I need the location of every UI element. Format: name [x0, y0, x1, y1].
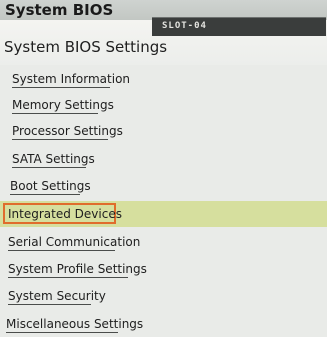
menu-item-memory-settings[interactable]: Memory Settings [0, 92, 327, 118]
menu-item-processor-settings[interactable]: Processor Settings [0, 118, 327, 144]
menu-item-sata-settings[interactable]: SATA Settings [0, 146, 327, 172]
menu-item-label: System Information [12, 72, 131, 86]
page-title: System BIOS Settings [4, 38, 168, 56]
menu-item-system-security[interactable]: System Security [0, 283, 327, 309]
menu-item-miscellaneous-settings[interactable]: Miscellaneous Settings [0, 311, 327, 337]
menu-item-underline [12, 113, 98, 114]
menu-item-system-profile-settings[interactable]: System Profile Settings [0, 256, 327, 282]
slot-tag: SLOT-04 [152, 17, 326, 36]
menu-item-underline [8, 304, 91, 305]
menu-item-serial-communication[interactable]: Serial Communication [0, 229, 327, 255]
menu-item-label: Processor Settings [12, 124, 123, 138]
menu-item-label: System Profile Settings [8, 262, 147, 276]
menu-item-label: System Security [8, 289, 106, 303]
menu-item-label: Memory Settings [12, 98, 114, 112]
slot-tag-label: SLOT-04 [162, 21, 207, 31]
menu-item-label: Boot Settings [10, 179, 91, 193]
menu-item-label: Integrated Devices [8, 207, 122, 221]
menu-item-underline [12, 139, 108, 140]
menu-item-underline [10, 194, 80, 195]
app-title: System BIOS [5, 1, 114, 19]
menu-item-label: Miscellaneous Settings [6, 317, 144, 331]
menu-item-underline [6, 332, 118, 333]
menu-item-underline [8, 250, 115, 251]
menu-item-underline [8, 277, 128, 278]
menu-item-label: SATA Settings [12, 152, 95, 166]
menu-item-system-information[interactable]: System Information [0, 66, 327, 92]
menu-item-label: Serial Communication [8, 235, 141, 249]
menu-item-boot-settings[interactable]: Boot Settings [0, 173, 327, 199]
settings-menu: System Information Memory Settings Proce… [0, 66, 327, 337]
menu-item-underline [12, 167, 86, 168]
menu-item-underline [12, 87, 110, 88]
menu-item-integrated-devices[interactable]: Integrated Devices [0, 201, 327, 227]
